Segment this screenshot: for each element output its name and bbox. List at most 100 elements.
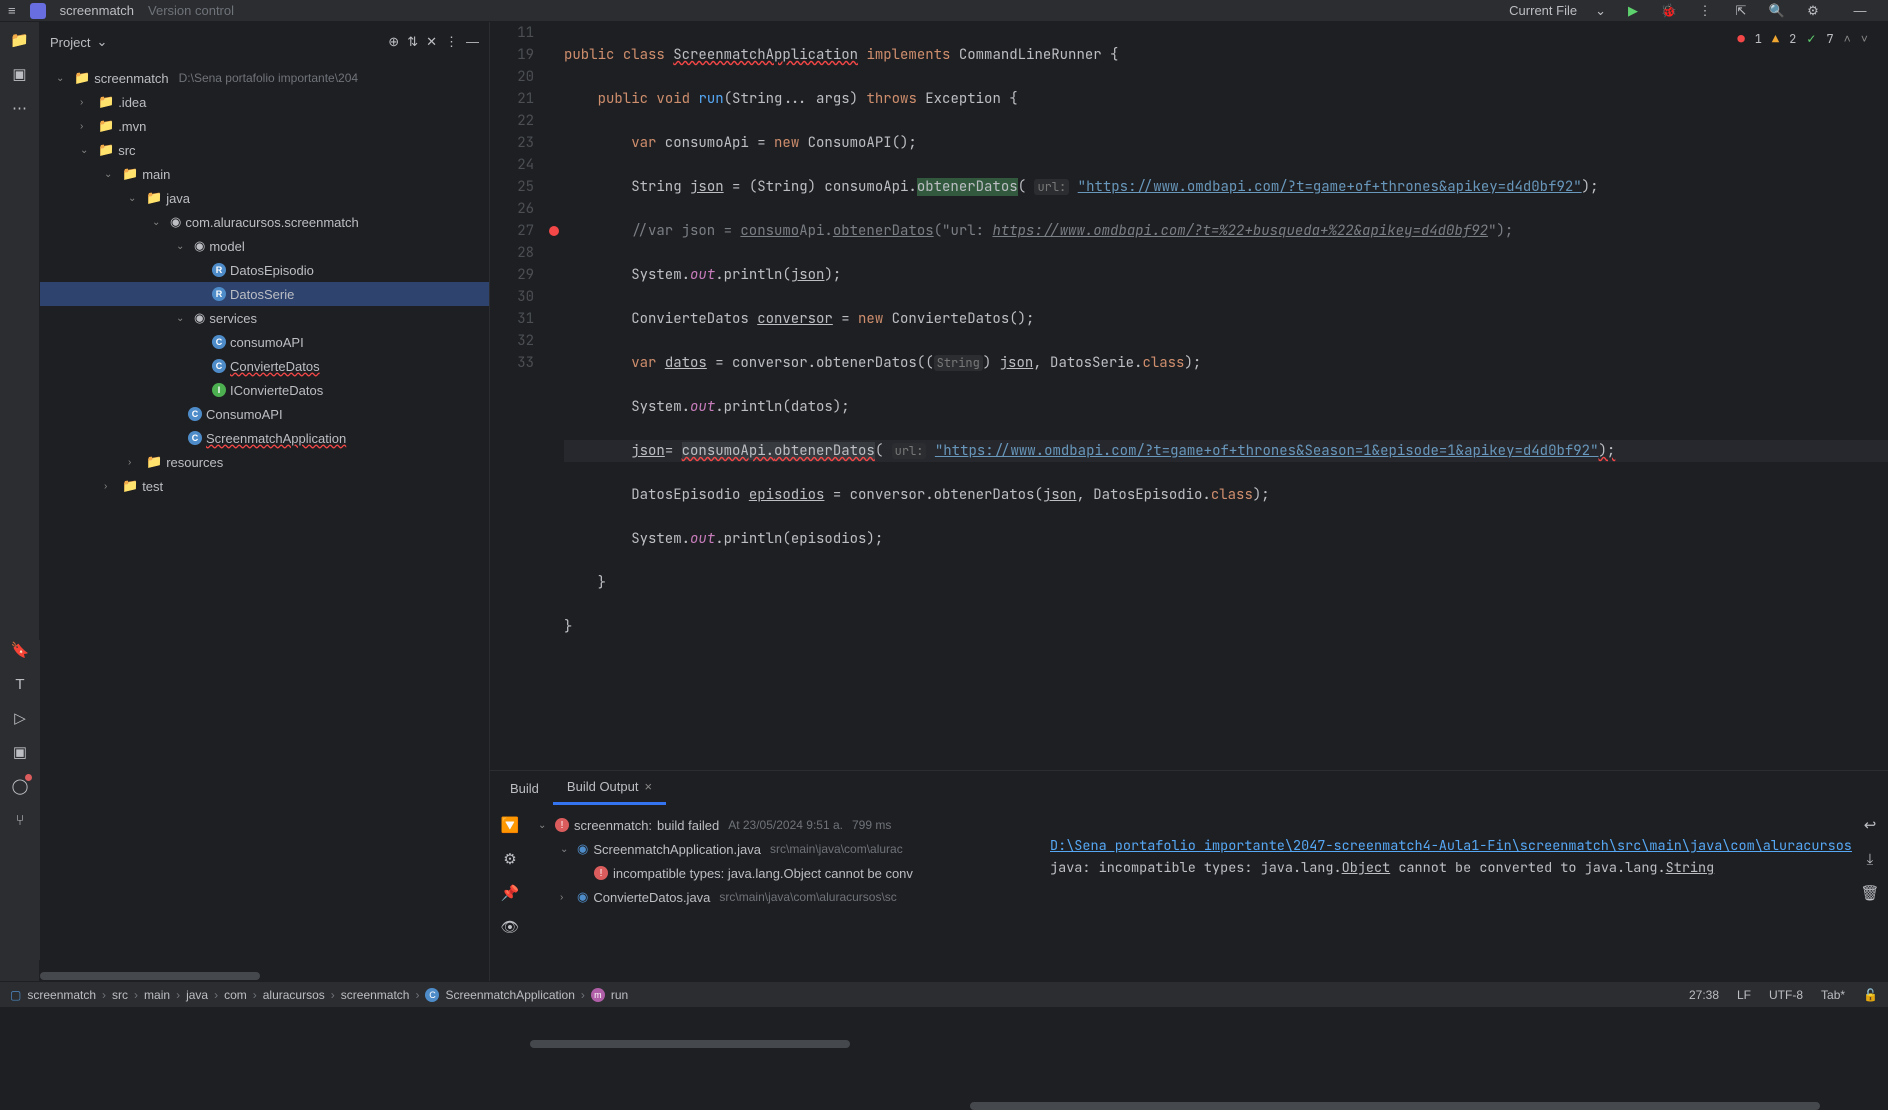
project-tool-icon[interactable]: 📁	[10, 30, 30, 50]
project-name-label[interactable]: screenmatch	[60, 3, 134, 18]
project-scrollbar-h[interactable]	[40, 971, 489, 981]
scroll-icon[interactable]: ⤓	[1860, 849, 1880, 869]
pin-icon[interactable]: 📌	[500, 883, 520, 903]
project-panel-title[interactable]: Project	[50, 35, 90, 50]
search-icon[interactable]: 🔍	[1768, 3, 1786, 19]
build-tree-scrollbar[interactable]	[530, 1039, 1040, 1049]
build-icon[interactable]: ⇱	[1732, 3, 1750, 19]
encoding[interactable]: UTF-8	[1769, 988, 1803, 1002]
chevron-right-icon[interactable]: ›	[104, 481, 118, 492]
tree-node-datos-serie[interactable]: R DatosSerie	[40, 282, 489, 306]
settings-icon[interactable]: ⚙	[500, 849, 520, 869]
build-tree[interactable]: ⌄ ! screenmatch: build failed At 23/05/2…	[530, 805, 1040, 1101]
chevron-down-icon[interactable]: ⌄	[96, 34, 107, 50]
build-file-2[interactable]: › ◉ ConvierteDatos.java src\main\java\co…	[530, 885, 1040, 909]
tree-node-consumo-api-lower[interactable]: C consumoAPI	[40, 330, 489, 354]
inspection-status[interactable]: ●1 ▲2 ✓7 ˄ ˅	[1738, 28, 1868, 50]
chevron-down-icon[interactable]: ⌄	[560, 844, 572, 855]
chevron-down-icon[interactable]: ⌄	[1595, 3, 1606, 19]
chevron-down-icon[interactable]: ⌄	[152, 217, 166, 228]
collapse-icon[interactable]: ✕	[426, 34, 437, 50]
minimize-window[interactable]: —	[1840, 3, 1880, 18]
chevron-right-icon[interactable]: ›	[80, 97, 94, 108]
tree-node-model[interactable]: ⌄ ◉ model	[40, 234, 489, 258]
tree-node-resources[interactable]: › 📁 resources	[40, 450, 489, 474]
tree-node-datos-episodio[interactable]: R DatosEpisodio	[40, 258, 489, 282]
terminal-icon[interactable]: T	[10, 674, 30, 694]
build-error-1[interactable]: ! incompatible types: java.lang.Object c…	[530, 861, 1040, 885]
readonly-icon[interactable]: 🔓	[1863, 988, 1878, 1002]
git-icon[interactable]: ⑂	[10, 810, 30, 830]
bookmarks-icon[interactable]: 🔖	[10, 640, 30, 660]
filter-icon[interactable]: 🔽	[500, 815, 520, 835]
more-run-icon[interactable]: ⋮	[1696, 3, 1714, 19]
chevron-down-icon[interactable]: ⌄	[56, 73, 70, 84]
eye-icon[interactable]: 👁	[500, 917, 520, 937]
chevron-down-icon[interactable]: ⌄	[104, 169, 118, 180]
code-editor[interactable]: ●1 ▲2 ✓7 ˄ ˅ 11 19 20 21 22 23 24 25 26 …	[490, 22, 1888, 770]
build-root[interactable]: ⌄ ! screenmatch: build failed At 23/05/2…	[530, 813, 1040, 837]
more-tools-icon[interactable]: ⋯	[10, 98, 30, 118]
chevron-down-icon[interactable]: ⌄	[176, 241, 190, 252]
debug-icon[interactable]: 🐞	[1660, 3, 1678, 19]
tree-root[interactable]: ⌄ 📁 screenmatch D:\Sena portafolio impor…	[40, 66, 489, 90]
breadcrumb-item[interactable]: screenmatch	[341, 988, 410, 1002]
structure-tool-icon[interactable]: ▣	[10, 64, 30, 84]
trash-icon[interactable]: 🗑	[1860, 883, 1880, 903]
breadcrumb-item[interactable]: main	[144, 988, 170, 1002]
cursor-position[interactable]: 27:38	[1689, 988, 1719, 1002]
wrap-icon[interactable]: ↩	[1860, 815, 1880, 835]
tree-node-java[interactable]: ⌄ 📁 java	[40, 186, 489, 210]
tree-node-consumo-api-upper[interactable]: C ConsumoAPI	[40, 402, 489, 426]
main-menu-icon[interactable]: ≡	[8, 3, 16, 18]
breadcrumb-item[interactable]: screenmatch	[27, 988, 96, 1002]
run-config-dropdown[interactable]: Current File	[1509, 3, 1577, 18]
tree-node-screenmatch-app[interactable]: C ScreenmatchApplication	[40, 426, 489, 450]
tree-node-mvn[interactable]: › 📁 .mvn	[40, 114, 489, 138]
tree-node-convierte-datos[interactable]: C ConvierteDatos	[40, 354, 489, 378]
code-lines[interactable]: public class ScreenmatchApplication impl…	[564, 22, 1888, 770]
hide-icon[interactable]: —	[466, 34, 479, 50]
breadcrumb-item[interactable]: run	[611, 988, 628, 1002]
chevron-right-icon[interactable]: ›	[560, 892, 572, 903]
up-icon[interactable]: ˄	[1844, 28, 1851, 50]
build-file-1[interactable]: ⌄ ◉ ScreenmatchApplication.java src\main…	[530, 837, 1040, 861]
down-icon[interactable]: ˅	[1861, 28, 1868, 50]
build-output[interactable]: D:\Sena portafolio importante\2047-scree…	[1040, 805, 1852, 1101]
tree-node-package[interactable]: ⌄ ◉ com.aluracursos.screenmatch	[40, 210, 489, 234]
problems-icon[interactable]: ▣	[10, 742, 30, 762]
run-tool-icon[interactable]: ▷	[10, 708, 30, 728]
breadcrumb-item[interactable]: src	[112, 988, 128, 1002]
chevron-down-icon[interactable]: ⌄	[128, 193, 142, 204]
expand-icon[interactable]: ⇅	[407, 34, 418, 50]
chevron-right-icon[interactable]: ›	[128, 457, 142, 468]
build-tab-output[interactable]: Build Output×	[553, 771, 666, 805]
indent[interactable]: Tab*	[1821, 988, 1845, 1002]
breadcrumb-item[interactable]: aluracursos	[263, 988, 325, 1002]
breadcrumb-item[interactable]: java	[186, 988, 208, 1002]
output-path-link[interactable]: D:\Sena portafolio importante\2047-scree…	[1050, 837, 1852, 855]
tree-node-src[interactable]: ⌄ 📁 src	[40, 138, 489, 162]
tree-node-services[interactable]: ⌄ ◉ services	[40, 306, 489, 330]
play-icon[interactable]: ▶	[1624, 3, 1642, 19]
breadcrumb-item[interactable]: com	[224, 988, 247, 1002]
chevron-down-icon[interactable]: ⌄	[80, 145, 94, 156]
tree-node-iconvierte-datos[interactable]: I IConvierteDatos	[40, 378, 489, 402]
options-icon[interactable]: ⋮	[445, 34, 458, 50]
vcs-label[interactable]: Version control	[148, 3, 234, 18]
chevron-down-icon[interactable]: ⌄	[176, 313, 190, 324]
locate-icon[interactable]: ⊕	[388, 34, 399, 50]
notifications-icon[interactable]: ◯	[10, 776, 30, 796]
tree-node-test[interactable]: › 📁 test	[40, 474, 489, 498]
tree-node-idea[interactable]: › 📁 .idea	[40, 90, 489, 114]
breadcrumb-item[interactable]: ScreenmatchApplication	[445, 988, 574, 1002]
error-gutter-icon[interactable]	[549, 226, 559, 236]
close-icon[interactable]: ×	[644, 779, 652, 794]
build-tab-build[interactable]: Build	[496, 773, 553, 804]
tree-node-main[interactable]: ⌄ 📁 main	[40, 162, 489, 186]
line-ending[interactable]: LF	[1737, 988, 1751, 1002]
project-tree[interactable]: ⌄ 📁 screenmatch D:\Sena portafolio impor…	[40, 62, 489, 971]
chevron-right-icon[interactable]: ›	[80, 121, 94, 132]
chevron-down-icon[interactable]: ⌄	[538, 820, 550, 831]
settings-icon[interactable]: ⚙	[1804, 3, 1822, 19]
